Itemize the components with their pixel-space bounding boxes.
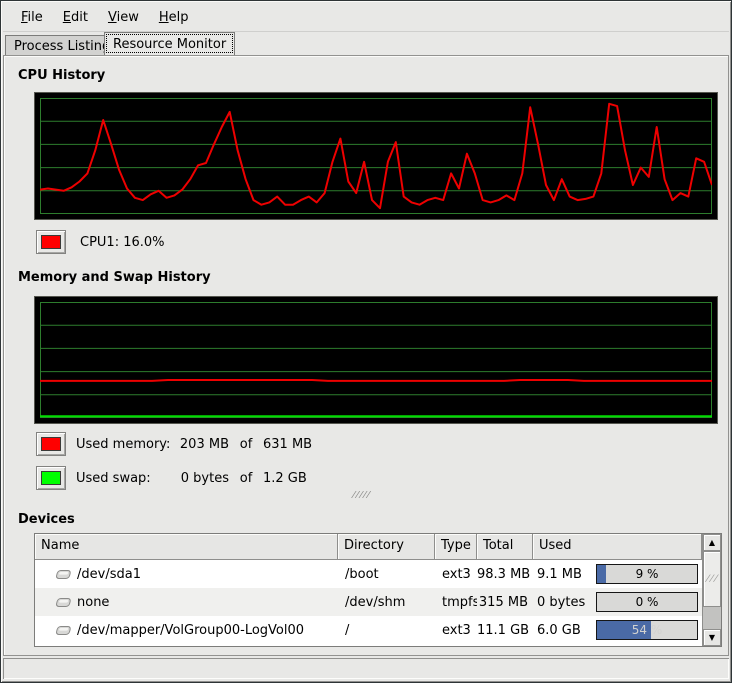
app-window: File Edit View Help Process Listing Reso… bbox=[0, 0, 732, 683]
used-memory-value: 203 MB bbox=[171, 437, 229, 452]
column-header-type[interactable]: Type bbox=[435, 534, 477, 560]
memory-swap-title: Memory and Swap History bbox=[18, 270, 211, 285]
cpu-history-graph bbox=[34, 92, 718, 220]
used-swap-row: Used swap: 0 bytes of 1.2 GB bbox=[36, 466, 333, 490]
pane-resize-grip[interactable]: ⁄⁄⁄⁄⁄ bbox=[353, 490, 387, 502]
resource-monitor-page: CPU History CPU1: 16.0% Memory and Swap … bbox=[3, 55, 729, 656]
device-total: 315 MB bbox=[477, 595, 533, 610]
cpu1-color-swatch bbox=[41, 235, 61, 249]
used-memory-label: Used memory: bbox=[76, 437, 171, 452]
used-swap-value: 0 bytes bbox=[171, 471, 229, 486]
used-memory-of: of bbox=[229, 437, 263, 452]
tab-resource-monitor[interactable]: Resource Monitor bbox=[104, 32, 235, 55]
devices-table: Name Directory Type Total Used bbox=[34, 533, 722, 647]
device-total: 11.1 GB bbox=[477, 623, 533, 638]
memory-color-button[interactable] bbox=[36, 432, 66, 456]
device-name: none bbox=[77, 595, 109, 610]
device-used: 0 bytes bbox=[537, 595, 585, 610]
device-type: ext3 bbox=[435, 623, 477, 638]
devices-title: Devices bbox=[18, 512, 75, 527]
usage-percent-label: 54 % bbox=[597, 621, 697, 639]
scroll-down-icon[interactable]: ▼ bbox=[703, 629, 721, 646]
menu-edit[interactable]: Edit bbox=[53, 6, 98, 29]
scrollbar-thumb[interactable]: /// bbox=[703, 551, 721, 607]
disk-icon bbox=[55, 596, 71, 609]
cpu1-usage-label: CPU1: 16.0% bbox=[80, 235, 165, 250]
device-name: /dev/mapper/VolGroup00-LogVol00 bbox=[77, 623, 304, 638]
swap-color-swatch bbox=[41, 471, 61, 485]
memory-legend: Used memory: 203 MB of 631 MB Used swap:… bbox=[36, 432, 333, 500]
cpu1-color-button[interactable] bbox=[36, 230, 66, 254]
memory-swap-chart bbox=[40, 302, 712, 418]
column-header-total[interactable]: Total bbox=[477, 534, 533, 560]
device-directory: /boot bbox=[338, 567, 435, 582]
devices-header-row: Name Directory Type Total Used bbox=[35, 534, 702, 560]
disk-icon bbox=[55, 568, 71, 581]
cpu-history-title: CPU History bbox=[18, 68, 105, 83]
usage-progress-bar: 9 % bbox=[596, 564, 698, 584]
device-directory: /dev/shm bbox=[338, 595, 435, 610]
device-name: /dev/sda1 bbox=[77, 567, 141, 582]
column-header-used[interactable]: Used bbox=[533, 534, 702, 560]
usage-progress-bar: 0 % bbox=[596, 592, 698, 612]
device-directory: / bbox=[338, 623, 435, 638]
total-swap-value: 1.2 GB bbox=[263, 471, 333, 486]
usage-progress-bar: 54 % bbox=[596, 620, 698, 640]
scroll-up-icon[interactable]: ▲ bbox=[703, 534, 721, 551]
table-row[interactable]: none /dev/shm tmpfs 315 MB 0 bytes 0 % bbox=[35, 588, 702, 616]
used-memory-row: Used memory: 203 MB of 631 MB bbox=[36, 432, 333, 456]
used-swap-label: Used swap: bbox=[76, 471, 171, 486]
cpu-legend: CPU1: 16.0% bbox=[36, 230, 165, 254]
vertical-scrollbar[interactable]: ▲ /// ▼ bbox=[702, 534, 721, 646]
device-total: 98.3 MB bbox=[477, 567, 533, 582]
table-row[interactable]: /dev/sda1 /boot ext3 98.3 MB 9.1 MB 9 % bbox=[35, 560, 702, 588]
table-row[interactable]: /dev/mapper/VolGroup00-LogVol00 / ext3 1… bbox=[35, 616, 702, 644]
swap-color-button[interactable] bbox=[36, 466, 66, 490]
memory-swap-graph bbox=[34, 296, 718, 424]
menu-help[interactable]: Help bbox=[149, 6, 199, 29]
device-type: ext3 bbox=[435, 567, 477, 582]
device-type: tmpfs bbox=[435, 595, 477, 610]
status-bar bbox=[3, 658, 729, 679]
tab-process-listing[interactable]: Process Listing bbox=[5, 35, 119, 55]
tab-strip: Process Listing Resource Monitor bbox=[3, 32, 729, 55]
scrollbar-grip-icon: /// bbox=[704, 574, 720, 584]
column-header-directory[interactable]: Directory bbox=[338, 534, 435, 560]
usage-percent-label: 9 % bbox=[597, 565, 697, 583]
column-header-name[interactable]: Name bbox=[35, 534, 338, 560]
memory-color-swatch bbox=[41, 437, 61, 451]
menu-file[interactable]: File bbox=[11, 6, 53, 29]
menu-view[interactable]: View bbox=[98, 6, 149, 29]
cpu-history-chart bbox=[40, 98, 712, 214]
disk-icon bbox=[55, 624, 71, 637]
device-used: 6.0 GB bbox=[537, 623, 581, 638]
device-used: 9.1 MB bbox=[537, 567, 582, 582]
scrollbar-trough[interactable] bbox=[703, 607, 721, 629]
devices-table-body: Name Directory Type Total Used bbox=[35, 534, 702, 646]
usage-percent-label: 0 % bbox=[597, 593, 697, 611]
total-memory-value: 631 MB bbox=[263, 437, 333, 452]
menu-bar: File Edit View Help bbox=[3, 3, 729, 32]
used-swap-of: of bbox=[229, 471, 263, 486]
